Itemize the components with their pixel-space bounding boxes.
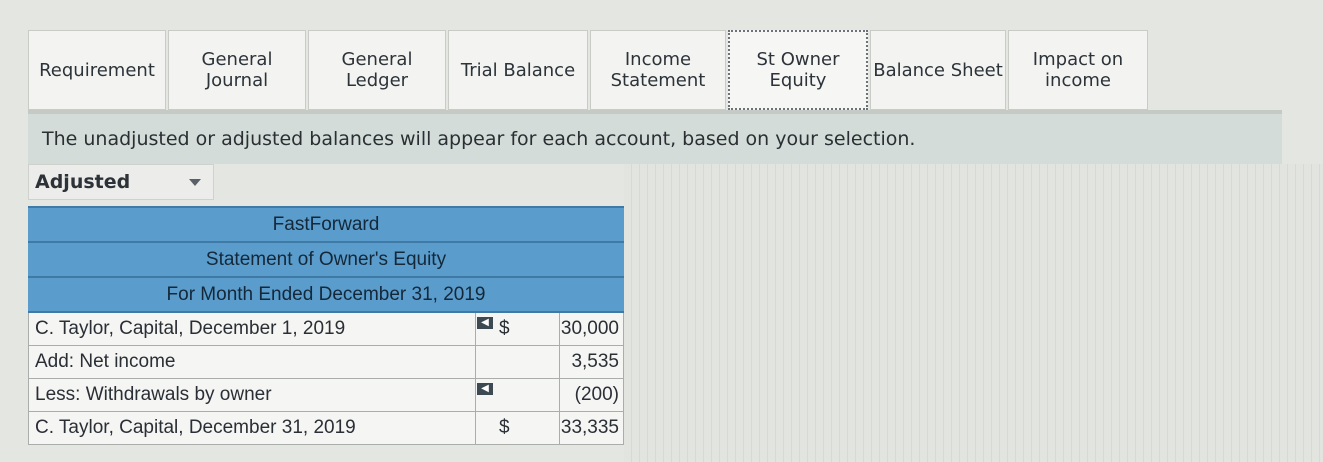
balance-type-select[interactable]: Adjusted xyxy=(28,164,214,200)
tab-general-ledger[interactable]: General Ledger xyxy=(308,30,446,110)
tab-requirement[interactable]: Requirement xyxy=(28,30,166,110)
table-row: Less: Withdrawals by owner ◀ (200) xyxy=(28,379,624,412)
currency-symbol: $ xyxy=(499,318,510,339)
row-label-input[interactable]: Add: Net income xyxy=(35,351,175,373)
table-row: Add: Net income 3,535 xyxy=(28,346,624,379)
currency-symbol: $ xyxy=(499,417,510,438)
row-label-input[interactable]: C. Taylor, Capital, December 31, 2019 xyxy=(35,417,356,439)
statement-company: FastForward xyxy=(28,206,624,243)
tab-st-owner-equity[interactable]: St Owner Equity xyxy=(728,30,868,110)
back-arrow-icon[interactable]: ◀ xyxy=(477,317,493,329)
statement-title: Statement of Owner's Equity xyxy=(28,243,624,278)
statement-period: For Month Ended December 31, 2019 xyxy=(28,278,624,313)
owner-equity-statement: FastForward Statement of Owner's Equity … xyxy=(28,206,624,445)
tab-bar: Requirement General Journal General Ledg… xyxy=(28,30,1148,112)
back-arrow-icon[interactable]: ◀ xyxy=(477,383,493,395)
table-row: C. Taylor, Capital, December 1, 2019 ◀ $… xyxy=(28,313,624,346)
row-label-input[interactable]: C. Taylor, Capital, December 1, 2019 xyxy=(35,318,345,340)
tab-income-statement[interactable]: Income Statement xyxy=(590,30,726,110)
chevron-down-icon xyxy=(189,179,201,186)
amount-input[interactable]: 30,000 xyxy=(561,318,619,340)
background-grid xyxy=(624,164,1323,462)
tab-general-journal[interactable]: General Journal xyxy=(168,30,306,110)
instruction-text: The unadjusted or adjusted balances will… xyxy=(28,114,1282,164)
amount-input[interactable]: 3,535 xyxy=(571,351,619,373)
amount-input[interactable]: (200) xyxy=(575,384,619,406)
amount-input[interactable]: 33,335 xyxy=(561,417,619,439)
tab-balance-sheet[interactable]: Balance Sheet xyxy=(870,30,1006,110)
tab-impact-on-income[interactable]: Impact on income xyxy=(1008,30,1148,110)
table-row: C. Taylor, Capital, December 31, 2019 $ … xyxy=(28,412,624,445)
row-label-input[interactable]: Less: Withdrawals by owner xyxy=(35,384,272,406)
tab-trial-balance[interactable]: Trial Balance xyxy=(448,30,588,110)
balance-type-value: Adjusted xyxy=(35,171,131,193)
